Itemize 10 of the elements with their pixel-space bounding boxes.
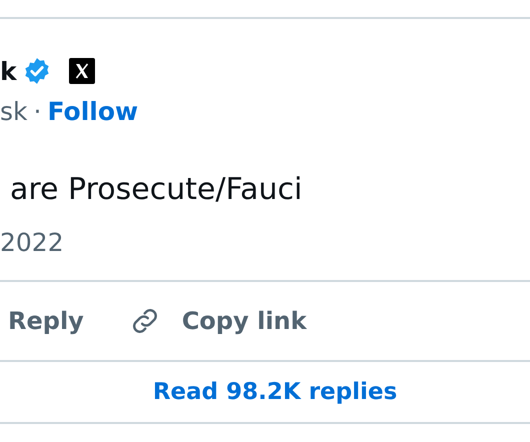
copy-link-button[interactable]: Copy link (128, 304, 307, 338)
x-logo-icon (68, 58, 95, 84)
tweet-text: are Prosecute/Fauci (10, 171, 304, 209)
follow-link[interactable]: Follow (47, 97, 138, 126)
tweet-date[interactable]: 2022 (0, 226, 530, 260)
separator-dot: · (34, 97, 42, 126)
reply-button[interactable]: Reply (8, 307, 84, 335)
read-replies-link[interactable]: Read 98.2K replies (152, 379, 398, 405)
author-handle: sk (0, 97, 28, 126)
author-name[interactable]: k (0, 56, 17, 86)
